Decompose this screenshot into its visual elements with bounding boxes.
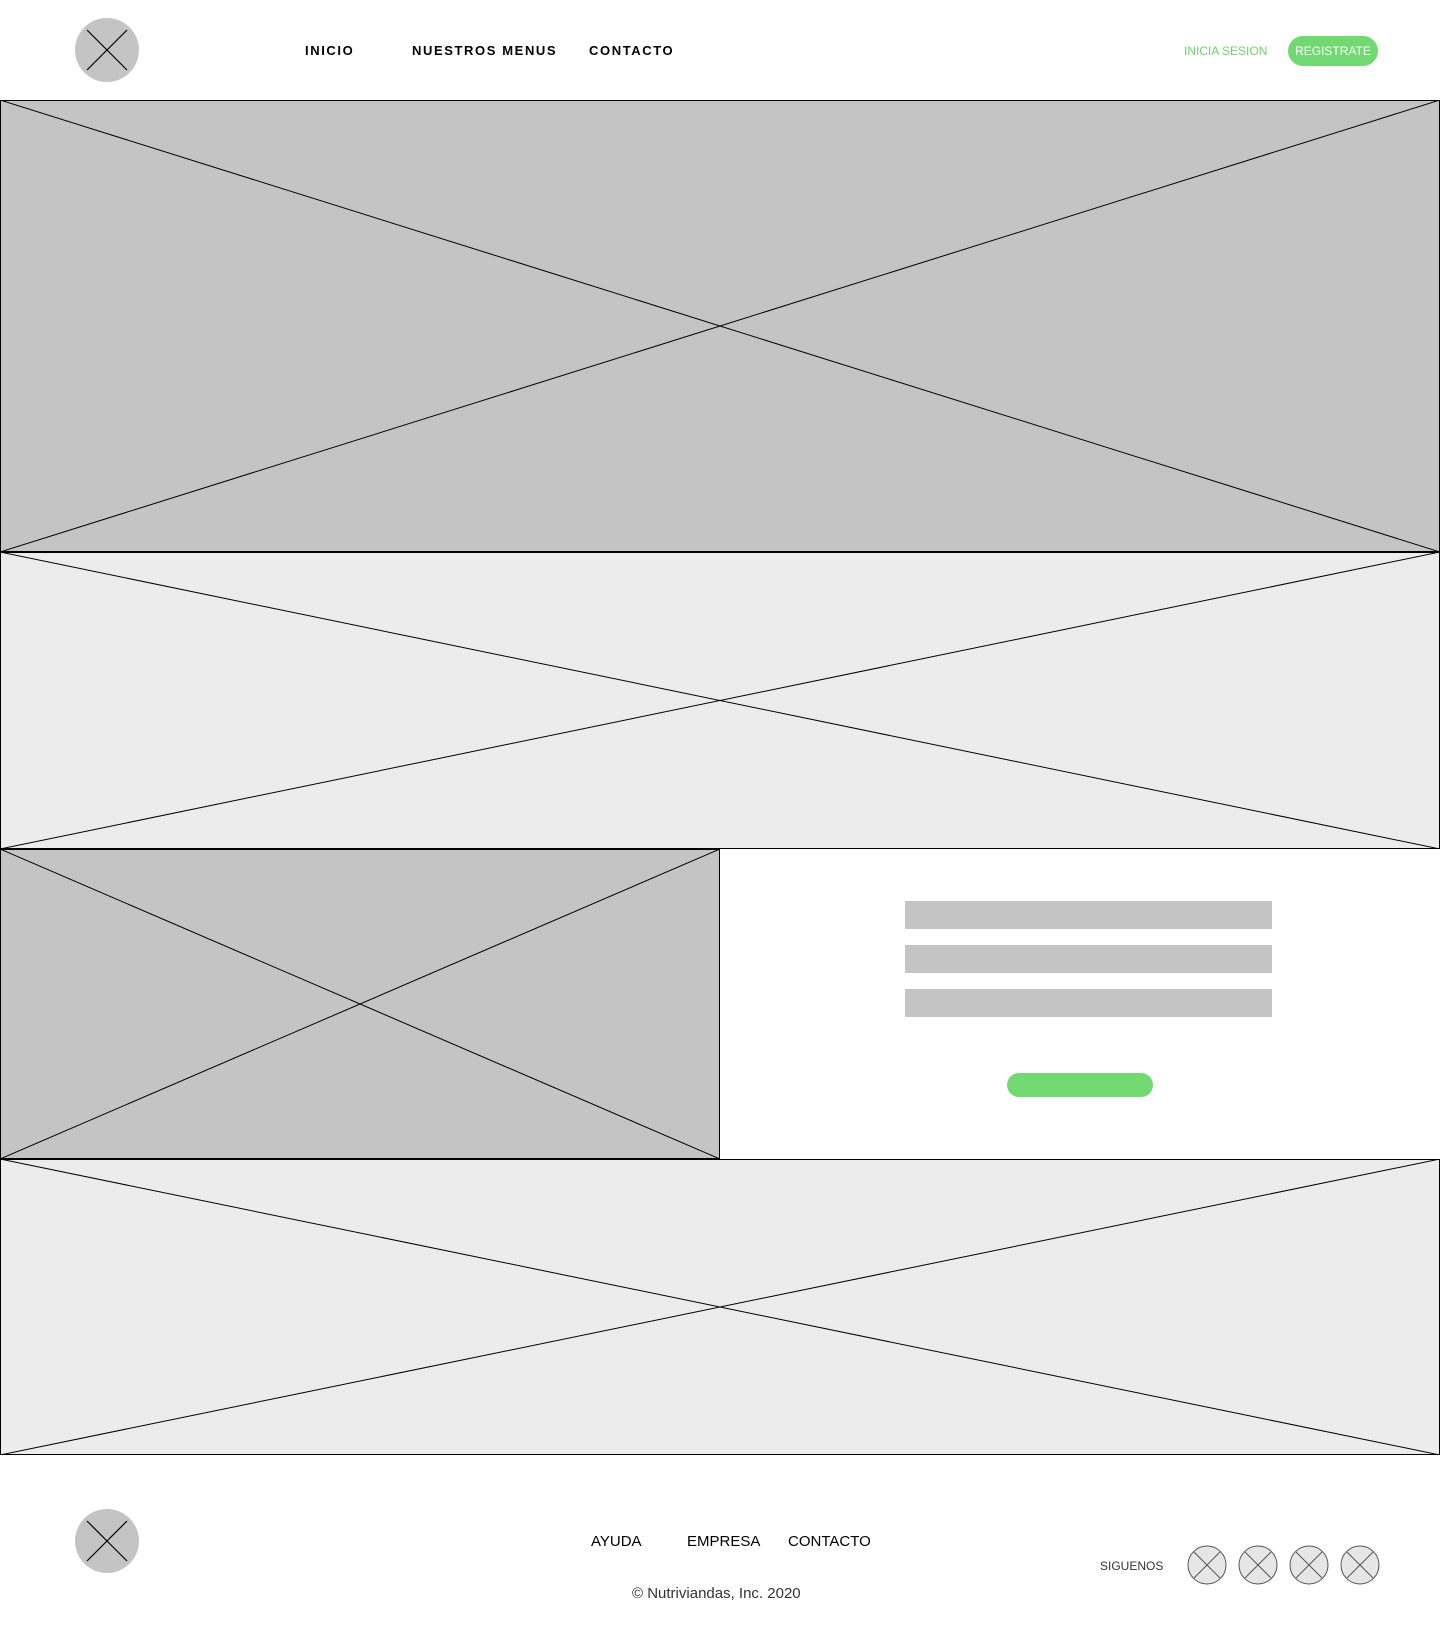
form-field-1[interactable]: [905, 901, 1272, 929]
login-link[interactable]: INICIA SESION: [1184, 44, 1267, 58]
footer-link-contacto[interactable]: CONTACTO: [788, 1533, 871, 1550]
social-icon-1[interactable]: [1187, 1545, 1227, 1585]
footer-link-empresa[interactable]: EMPRESA: [687, 1533, 760, 1550]
banner-image-placeholder: [0, 552, 1440, 849]
nav-nuestros-menus[interactable]: NUESTROS MENUS: [412, 43, 557, 58]
nav-inicio[interactable]: INICIO: [305, 43, 354, 58]
social-icon-2[interactable]: [1238, 1545, 1278, 1585]
form-field-2[interactable]: [905, 945, 1272, 973]
copyright: © Nutriviandas, Inc. 2020: [632, 1585, 801, 1602]
hero-image-placeholder: [0, 100, 1440, 552]
logo-icon[interactable]: [75, 18, 139, 82]
register-button[interactable]: REGISTRATE: [1288, 36, 1378, 66]
social-icon-3[interactable]: [1289, 1545, 1329, 1585]
side-image-placeholder: [0, 849, 720, 1159]
footer-link-ayuda[interactable]: AYUDA: [591, 1533, 642, 1550]
social-icon-4[interactable]: [1340, 1545, 1380, 1585]
form-field-3[interactable]: [905, 989, 1272, 1017]
form-submit-button[interactable]: [1007, 1073, 1153, 1097]
nav-contacto[interactable]: CONTACTO: [589, 43, 674, 58]
site-header: INICIO NUESTROS MENUS CONTACTO INICIA SE…: [0, 0, 1440, 100]
footer-logo-icon[interactable]: [75, 1509, 139, 1573]
bottom-banner-image-placeholder: [0, 1159, 1440, 1455]
follow-label: SIGUENOS: [1100, 1559, 1164, 1573]
